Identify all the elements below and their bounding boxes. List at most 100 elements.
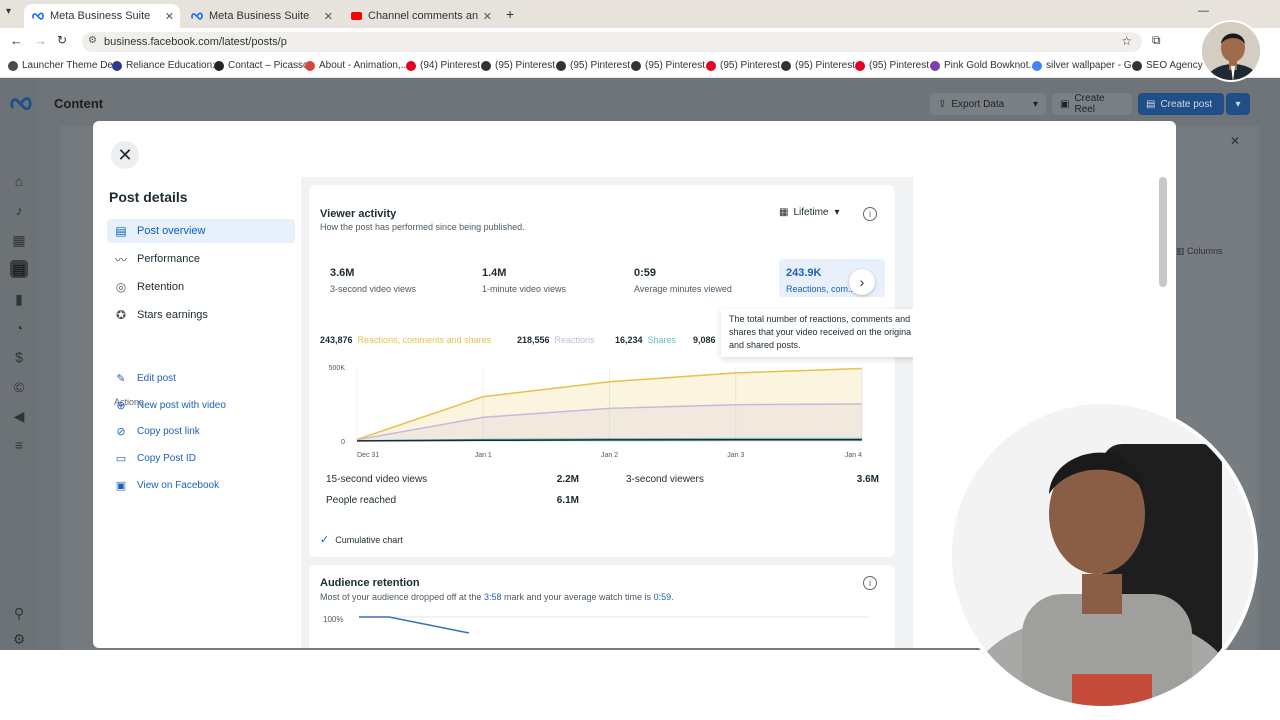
create-reel-button[interactable]: ▣ Create Reel <box>1052 93 1132 115</box>
new-tab-plus-icon[interactable]: + <box>506 6 514 22</box>
menu-icon[interactable]: ≡ <box>10 436 28 454</box>
create-post-button[interactable]: ▤ Create post <box>1138 93 1224 115</box>
bookmark-item[interactable]: About - Animation,... <box>305 60 409 71</box>
tab-menu-chevron-icon[interactable]: ▾ <box>6 6 11 17</box>
close-tab-icon[interactable]: ✕ <box>483 10 492 23</box>
info-icon[interactable]: i <box>863 576 877 590</box>
settings-gear-icon[interactable]: ⚙ <box>10 630 28 648</box>
info-icon[interactable]: i <box>863 207 877 221</box>
metric-avg-minutes[interactable]: 0:59 Average minutes viewed <box>634 267 732 294</box>
bookmark-item[interactable]: Launcher Theme De... <box>8 60 121 71</box>
columns-button[interactable]: ▥ Columns <box>1176 246 1223 257</box>
content-icon[interactable]: ▤ <box>10 260 28 278</box>
copyright-icon[interactable]: © <box>10 378 28 396</box>
browser-tab-2[interactable]: Meta Business Suite ✕ <box>183 4 339 28</box>
metric-1min-views[interactable]: 1.4M 1-minute video views <box>482 267 566 294</box>
home-icon[interactable]: ⌂ <box>10 172 28 190</box>
bookmark-item[interactable]: (95) Pinterest <box>631 60 705 71</box>
retention-drop-mark: 3:58 <box>483 592 502 602</box>
browser-tab-1[interactable]: Meta Business Suite ✕ <box>24 4 180 28</box>
metric-value: 0:59 <box>634 267 657 279</box>
sidebar-item-stars-earnings[interactable]: ✪ Stars earnings <box>107 303 295 327</box>
next-metrics-button[interactable]: › <box>849 269 875 295</box>
bookmark-item[interactable]: (95) Pinterest <box>855 60 929 71</box>
close-tab-icon[interactable]: ✕ <box>324 10 333 23</box>
bookmark-item[interactable]: silver wallpaper - G... <box>1032 60 1140 71</box>
url-field[interactable]: ⚙ business.facebook.com/latest/posts/p ☆ <box>82 32 1142 52</box>
browser-tab-title: Meta Business Suite <box>50 10 151 22</box>
ads-icon[interactable]: ◀ <box>10 407 28 425</box>
reactions-tooltip: The total number of reactions, comments … <box>721 309 913 357</box>
meta-logo-icon <box>191 10 203 22</box>
cumulative-chart-checkbox[interactable]: ✓ Cumulative chart <box>320 533 403 546</box>
modal-scrollbar[interactable] <box>1159 177 1167 287</box>
retention-subtitle-mid: mark and your average watch time is <box>501 592 654 602</box>
sidebar-item-post-overview[interactable]: ▤ Post overview <box>107 219 295 243</box>
post-details-sidebar: Post details ▤ Post overview 〰 Performan… <box>93 177 301 648</box>
checkmark-icon: ✓ <box>320 534 330 546</box>
bookmark-item[interactable]: Pink Gold Bowknot... <box>930 60 1037 71</box>
chart-xtick-label: Jan 1 <box>475 452 492 459</box>
create-post-dropdown-button[interactable]: ▾ <box>1226 93 1250 115</box>
copy-post-id-link[interactable]: ▭ Copy Post ID <box>107 448 196 468</box>
stat-value: 2.2M <box>556 474 579 485</box>
site-info-icon[interactable]: ⚙ <box>88 35 97 46</box>
performance-icon: 〰 <box>114 252 127 267</box>
sidebar-item-retention[interactable]: ◎ Retention <box>107 275 295 299</box>
metric-label: Average minutes viewed <box>634 284 732 294</box>
minimize-icon[interactable]: — <box>1198 5 1209 17</box>
copy-post-link[interactable]: ⊘ Copy post link <box>107 421 199 441</box>
chart-ytick-label: 500K <box>329 365 346 372</box>
view-on-facebook-link[interactable]: ▣ View on Facebook <box>107 475 219 495</box>
new-post-with-video-link[interactable]: ⊕ New post with video <box>107 395 226 415</box>
chart-xtick-label: Dec 31 <box>357 452 379 459</box>
close-modal-button[interactable]: ✕ <box>111 141 139 169</box>
stat-value: 6.1M <box>556 495 579 506</box>
date-range-dropdown[interactable]: ▦ Lifetime ▾ <box>779 207 840 218</box>
reload-icon[interactable]: ↻ <box>57 33 67 47</box>
stat-value: 3.6M <box>856 474 879 485</box>
bookmark-item[interactable]: Reliance Education:... <box>112 60 223 71</box>
back-arrow-icon[interactable]: ← <box>10 33 23 48</box>
close-tab-icon[interactable]: ✕ <box>165 10 174 23</box>
chart-xtick-label: Jan 3 <box>727 452 744 459</box>
stat-label: People reached <box>326 495 397 506</box>
forward-arrow-icon[interactable]: → <box>34 33 47 48</box>
planner-icon[interactable]: ▦ <box>10 231 28 249</box>
bookmark-favicon-icon <box>8 60 18 71</box>
meta-logo-icon[interactable] <box>10 96 32 114</box>
bookmark-item[interactable]: (95) Pinterest <box>556 60 630 71</box>
compose-icon: ▤ <box>1146 98 1156 110</box>
export-data-button[interactable]: ⇪ Export Data ▾ <box>930 93 1046 115</box>
audience-retention-card: Audience retention Most of your audience… <box>309 565 895 648</box>
chevron-right-icon: › <box>859 274 865 290</box>
notifications-icon[interactable]: ♪ <box>10 201 28 219</box>
action-label: Edit post <box>137 372 176 384</box>
bookmark-item[interactable]: (94) Pinterest <box>406 60 480 71</box>
browser-tab-3[interactable]: Channel comments and mentio ✕ <box>342 4 498 28</box>
close-panel-icon[interactable]: ✕ <box>1230 134 1240 148</box>
id-icon: ▭ <box>115 452 127 465</box>
bookmark-item[interactable]: (95) Pinterest <box>781 60 855 71</box>
monetization-icon[interactable]: $ <box>10 348 28 366</box>
presenter-webcam <box>948 400 1258 710</box>
search-icon[interactable]: ⚲ <box>10 604 28 622</box>
inbox-icon[interactable]: ◔ <box>10 319 28 337</box>
bookmark-item[interactable]: Contact – Picasso <box>214 60 309 71</box>
bookmark-favicon-icon <box>1032 60 1042 71</box>
browser-address-bar: ← → ↻ ⚙ business.facebook.com/latest/pos… <box>0 28 1280 56</box>
date-range-label: Lifetime <box>793 207 829 218</box>
viewer-activity-card: Viewer activity How the post has perform… <box>309 185 895 557</box>
bookmark-label: (95) Pinterest <box>869 60 930 71</box>
bookmark-star-icon[interactable]: ☆ <box>1121 34 1132 48</box>
sidebar-item-performance[interactable]: 〰 Performance <box>107 247 295 271</box>
action-label: Copy Post ID <box>137 452 196 464</box>
bookmark-favicon-icon <box>706 60 716 71</box>
bookmark-item[interactable]: (95) Pinterest <box>706 60 780 71</box>
card-subtitle: How the post has performed since being p… <box>320 222 525 232</box>
bookmark-item[interactable]: (95) Pinterest <box>481 60 555 71</box>
metric-3s-views[interactable]: 3.6M 3-second video views <box>330 267 416 294</box>
insights-icon[interactable]: ▮ <box>10 290 28 308</box>
edit-post-link[interactable]: ✎ Edit post <box>107 368 176 388</box>
extensions-icon[interactable]: ⧉ <box>1152 33 1161 48</box>
